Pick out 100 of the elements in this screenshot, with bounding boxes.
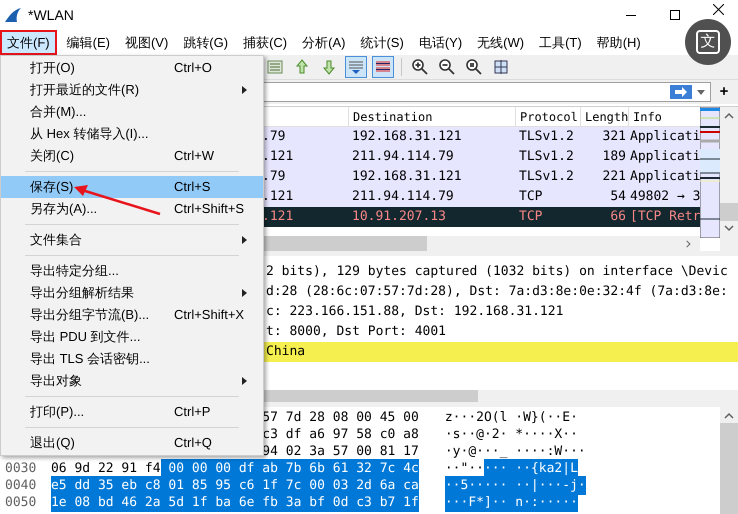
menu-option-label: 从 Hex 转储导入(I)... bbox=[30, 125, 150, 144]
table-cell-text: TCP bbox=[518, 188, 544, 206]
table-cell-text: 211.94.114.79 bbox=[351, 148, 455, 166]
menu-option-label: 关闭(C) bbox=[30, 147, 76, 166]
table-cell-text: Applicati bbox=[629, 148, 700, 166]
vertical-scrollbar[interactable] bbox=[720, 107, 738, 251]
shark-fin-icon bbox=[4, 7, 22, 23]
menu-option-label: 导出分组解析结果 bbox=[30, 284, 135, 302]
resize-columns-icon bbox=[492, 58, 510, 76]
menu-item[interactable]: 帮助(H) bbox=[592, 30, 646, 55]
hex-bytes[interactable]: c3 df a6 97 58 c0 a8 bbox=[262, 424, 419, 444]
ascii-text[interactable]: ···F*]·· n·:····· bbox=[444, 492, 578, 512]
hex-bytes[interactable]: 1e 08 bd 46 2a 5d 1f ba 6e fb 3a bf 0d c3 b7 1f bbox=[50, 492, 419, 512]
table-cell-text: .121 bbox=[262, 188, 294, 206]
table-cell-text: 54 bbox=[609, 188, 627, 206]
scrollbar-thumb[interactable] bbox=[720, 203, 738, 221]
column-header[interactable]: Destination bbox=[348, 107, 515, 126]
menu-option-label: 合并(M)... bbox=[30, 103, 88, 122]
menu-option[interactable]: 打印(P)... Ctrl+P bbox=[1, 401, 263, 423]
arrow-up-icon bbox=[293, 58, 311, 76]
menu-item[interactable]: 电话(Y) bbox=[414, 30, 468, 55]
menu-option[interactable]: 文件集合 bbox=[1, 229, 263, 251]
table-cell-text: 211.94.114.79 bbox=[351, 188, 455, 206]
column-header[interactable]: Protocol bbox=[515, 107, 580, 126]
table-cell-text: 49802 → 3 bbox=[629, 188, 700, 206]
ascii-text[interactable]: ·s··@·2· *····X·· bbox=[444, 424, 578, 444]
menu-option[interactable]: 合并(M)... bbox=[1, 101, 263, 123]
scrollbar-thumb[interactable] bbox=[263, 390, 478, 402]
close-icon bbox=[713, 4, 724, 14]
apply-filter-button[interactable] bbox=[670, 85, 692, 99]
menu-item[interactable]: 视图(V) bbox=[120, 30, 174, 55]
ascii-text[interactable]: z···2O(l ·W}(··E· bbox=[444, 408, 578, 428]
table-cell-text: .121 bbox=[262, 208, 294, 226]
menu-option[interactable]: 导出分组解析结果 bbox=[1, 282, 263, 304]
arrow-down-icon bbox=[320, 58, 338, 76]
ascii-text[interactable]: ·y·@···_ ····:W··· bbox=[444, 442, 586, 462]
table-cell-text: Applicati bbox=[629, 128, 700, 146]
menu-option[interactable]: 退出(Q) Ctrl+Q bbox=[1, 432, 263, 454]
menu-option[interactable]: 导出特定分组... bbox=[1, 260, 263, 282]
shortcut-label: Ctrl+O bbox=[174, 59, 212, 78]
menu-option-label: 文件集合 bbox=[30, 231, 83, 250]
table-cell-text: 189 bbox=[602, 148, 627, 166]
maximize-button[interactable] bbox=[668, 8, 682, 22]
table-cell-text: 221 bbox=[602, 168, 627, 186]
table-cell-text: 321 bbox=[602, 128, 627, 146]
ascii-text[interactable]: ··· ··{ka2|L bbox=[484, 458, 578, 478]
zoom-in-icon bbox=[411, 58, 429, 76]
menu-item[interactable]: 跳转(G) bbox=[178, 30, 234, 55]
table-cell-text: 192.168.31.121 bbox=[351, 128, 463, 146]
arrow-right-icon bbox=[674, 87, 688, 97]
menu-item[interactable]: 工具(T) bbox=[534, 30, 587, 55]
menu-item[interactable]: 无线(W) bbox=[472, 30, 530, 55]
toolbar-button[interactable] bbox=[345, 56, 367, 78]
table-cell-text: 192.168.31.121 bbox=[351, 168, 463, 186]
table-cell-text: [TCP Retr bbox=[629, 208, 700, 226]
scrollbar-thumb[interactable] bbox=[263, 236, 427, 251]
table-cell-text: 66 bbox=[609, 208, 627, 226]
menu-option-label: 退出(Q) bbox=[30, 434, 76, 452]
menu-item[interactable]: 统计(S) bbox=[355, 30, 409, 55]
close-button[interactable] bbox=[712, 3, 725, 15]
menu-option-label: 导出特定分组... bbox=[30, 262, 120, 280]
menu-option[interactable]: 保存(S) Ctrl+S bbox=[1, 176, 263, 198]
table-cell-text: TCP bbox=[518, 208, 544, 226]
hex-bytes[interactable]: 00 00 00 df ab 7b 6b 61 32 7c 4c bbox=[160, 458, 419, 478]
shortcut-label: Ctrl+Shift+X bbox=[174, 306, 244, 324]
table-cell-text: TLSv1.2 bbox=[518, 168, 575, 186]
column-header[interactable]: Length bbox=[580, 107, 628, 126]
menu-item[interactable]: 编辑(E) bbox=[62, 30, 115, 55]
caret-icon bbox=[697, 90, 705, 94]
menu-option-label: 打开(O) bbox=[30, 59, 76, 78]
table-cell-text: .121 bbox=[262, 148, 294, 166]
table-cell-text: TLSv1.2 bbox=[518, 148, 575, 166]
zoom-reset-icon bbox=[465, 58, 483, 76]
table-cell-text: .79 bbox=[262, 128, 286, 146]
menu-option-label: 打开最近的文件(R) bbox=[30, 81, 140, 100]
menu-option[interactable]: 导出分组字节流(B)... Ctrl+Shift+X bbox=[1, 304, 263, 326]
menu-option-label: 导出对象 bbox=[30, 372, 83, 390]
menu-item[interactable]: 文件(F) bbox=[0, 30, 57, 55]
menu-option-label: 导出分组字节流(B)... bbox=[30, 306, 150, 324]
packet-minimap[interactable] bbox=[700, 107, 720, 238]
byte-offset: 0050 bbox=[5, 494, 36, 510]
table-cell-text: Applicati bbox=[629, 168, 700, 186]
toolbar-button[interactable] bbox=[372, 56, 394, 78]
ascii-text[interactable]: ··"·· bbox=[444, 458, 484, 478]
menu-option[interactable]: 导出对象 bbox=[1, 370, 263, 392]
filter-field[interactable] bbox=[262, 82, 711, 102]
window-title: *WLAN bbox=[28, 6, 74, 24]
shortcut-label: Ctrl+W bbox=[174, 147, 214, 166]
table-cell-text: 10.91.207.13 bbox=[351, 208, 447, 226]
menu-option[interactable]: 打开最近的文件(R) bbox=[1, 79, 263, 101]
table-cell-text: TLSv1.2 bbox=[518, 128, 575, 146]
zoom-out-icon bbox=[438, 58, 456, 76]
menu-option-label: 打印(P)... bbox=[30, 403, 86, 422]
menu-option[interactable]: 关闭(C) Ctrl+W bbox=[1, 145, 263, 167]
add-filter-button[interactable]: + bbox=[714, 80, 734, 104]
menu-item[interactable]: 分析(A) bbox=[297, 30, 350, 55]
hex-bytes[interactable]: 06 9d 22 91 f4 bbox=[50, 458, 161, 478]
byte-offset: 0040 bbox=[5, 478, 36, 493]
menu-item[interactable]: 捕获(C) bbox=[238, 30, 292, 55]
table-cell-text: .79 bbox=[262, 168, 286, 186]
